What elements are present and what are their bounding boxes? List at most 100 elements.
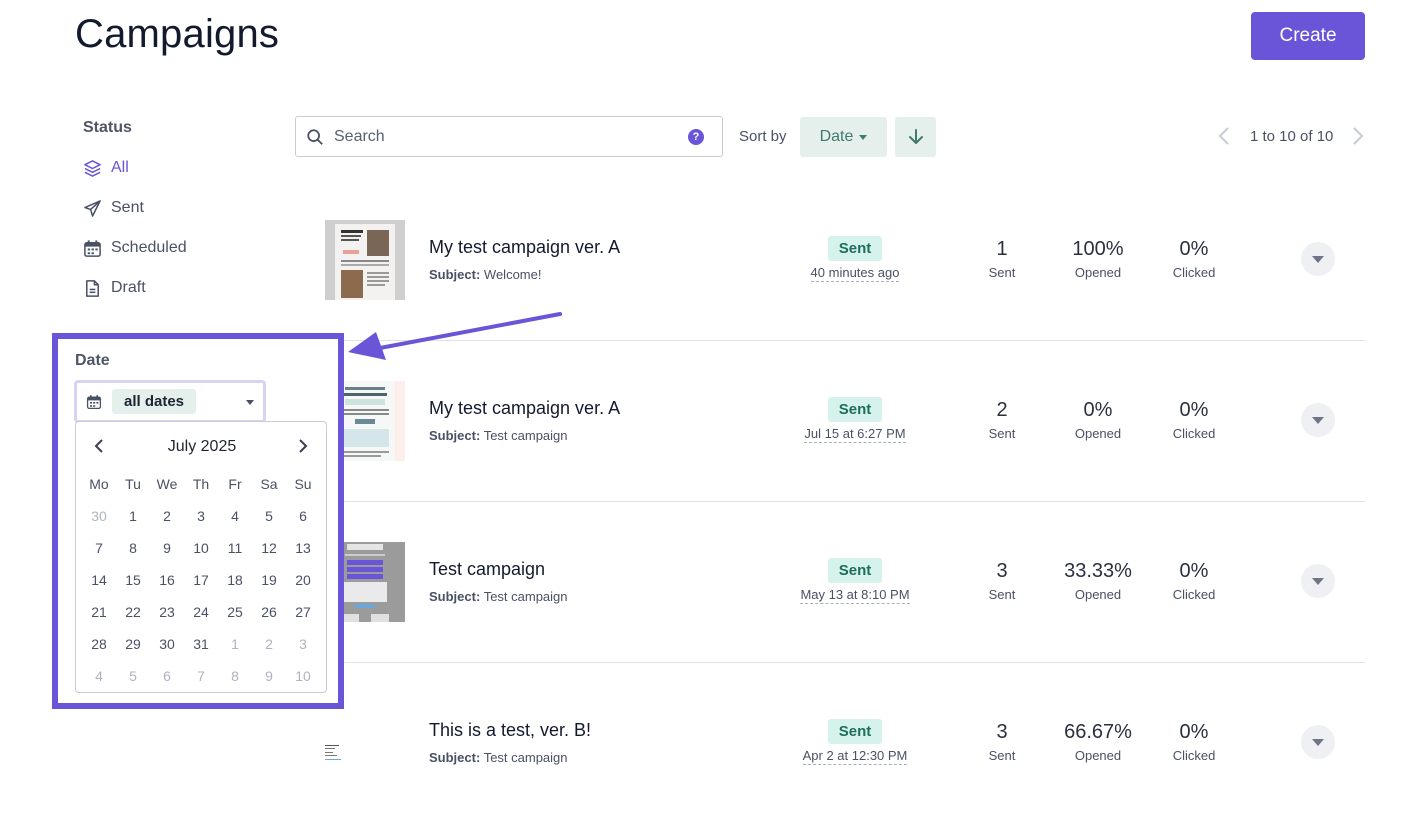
calendar-day[interactable]: 26: [252, 596, 286, 628]
caret-down-icon: [1312, 738, 1324, 746]
calendar-day[interactable]: 4: [82, 660, 116, 692]
sent-time: 40 minutes ago: [810, 265, 900, 282]
campaign-title[interactable]: My test campaign ver. A: [429, 237, 620, 258]
calendar-day[interactable]: 10: [286, 660, 320, 692]
status-filter-sent[interactable]: Sent: [83, 196, 144, 220]
create-button[interactable]: Create: [1251, 12, 1365, 60]
calendar-day[interactable]: 30: [82, 500, 116, 532]
status-badge: Sent: [828, 236, 882, 261]
caret-down-icon: [1312, 577, 1324, 585]
calendar-day[interactable]: 31: [184, 628, 218, 660]
calendar-month-label: July 2025: [167, 438, 237, 455]
status-heading: Status: [83, 119, 132, 136]
calendar-day[interactable]: 3: [184, 500, 218, 532]
date-picker-calendar: July 2025 Mo Tu We Th Fr Sa Su 30 1 2 3 4 5 6 7 8 9 10 11 1…: [75, 421, 327, 693]
calendar-day[interactable]: 24: [184, 596, 218, 628]
calendar-day[interactable]: 15: [116, 564, 150, 596]
calendar-day[interactable]: 6: [286, 500, 320, 532]
calendar-day[interactable]: 1: [218, 628, 252, 660]
calendar-day[interactable]: 23: [150, 596, 184, 628]
calendar-day[interactable]: 28: [82, 628, 116, 660]
arrow-down-icon: [908, 129, 923, 144]
search-input[interactable]: [334, 127, 664, 146]
sort-value: Date: [819, 128, 854, 145]
calendar-day[interactable]: 18: [218, 564, 252, 596]
calendar-day[interactable]: 9: [252, 660, 286, 692]
calendar-day[interactable]: 1: [116, 500, 150, 532]
status-filter-label: Draft: [111, 279, 146, 296]
campaign-row[interactable]: This is a test, ver. B! Subject: Test ca…: [295, 663, 1365, 818]
caret-down-icon: [1312, 416, 1324, 424]
sent-time: May 13 at 8:10 PM: [800, 587, 910, 604]
campaign-subject: Subject: Welcome!: [429, 267, 542, 282]
calendar-day[interactable]: 16: [150, 564, 184, 596]
calendar-day[interactable]: 21: [82, 596, 116, 628]
calendar-day[interactable]: 6: [150, 660, 184, 692]
sent-stat: 1 Sent: [988, 238, 1016, 280]
sort-direction-button[interactable]: [895, 117, 936, 157]
weekday-label: Fr: [228, 476, 242, 492]
date-value: all dates: [112, 389, 197, 414]
caret-down-icon: [246, 400, 254, 405]
calendar-day[interactable]: 10: [184, 532, 218, 564]
campaign-title[interactable]: Test campaign: [429, 559, 545, 580]
document-icon: [86, 279, 99, 297]
pagination-text: 1 to 10 of 10: [1250, 128, 1334, 145]
status-filter-draft[interactable]: Draft: [83, 276, 146, 300]
status-filter-label: Scheduled: [111, 239, 187, 256]
chevron-right-icon[interactable]: [1352, 126, 1364, 151]
calendar-day[interactable]: 11: [218, 532, 252, 564]
chevron-left-icon[interactable]: [1218, 126, 1230, 151]
sort-dropdown[interactable]: Date: [800, 117, 887, 157]
campaign-subject: Subject: Test campaign: [429, 750, 568, 765]
status-filter-scheduled[interactable]: Scheduled: [83, 236, 187, 260]
calendar-day[interactable]: 8: [218, 660, 252, 692]
calendar-day[interactable]: 22: [116, 596, 150, 628]
calendar-day[interactable]: 7: [184, 660, 218, 692]
campaign-title[interactable]: This is a test, ver. B!: [429, 720, 591, 741]
calendar-day[interactable]: 27: [286, 596, 320, 628]
row-menu-button[interactable]: [1301, 403, 1335, 437]
calendar-day[interactable]: 5: [116, 660, 150, 692]
row-menu-button[interactable]: [1301, 242, 1335, 276]
calendar-day[interactable]: 13: [286, 532, 320, 564]
calendar-day[interactable]: 9: [150, 532, 184, 564]
row-menu-button[interactable]: [1301, 725, 1335, 759]
campaign-subject: Subject: Test campaign: [429, 589, 568, 604]
chevron-right-icon[interactable]: [298, 438, 308, 459]
campaign-row[interactable]: Test campaign Subject: Test campaign Sen…: [295, 502, 1365, 663]
status-filter-all[interactable]: All: [83, 156, 129, 180]
sent-stat: 2 Sent: [988, 399, 1016, 441]
calendar-day[interactable]: 20: [286, 564, 320, 596]
calendar-day[interactable]: 14: [82, 564, 116, 596]
calendar-day[interactable]: 5: [252, 500, 286, 532]
calendar-day[interactable]: 4: [218, 500, 252, 532]
sent-stat: 3 Sent: [988, 721, 1016, 763]
weekday-label: Tu: [125, 476, 141, 492]
calendar-day[interactable]: 2: [252, 628, 286, 660]
help-icon[interactable]: ?: [688, 129, 704, 145]
row-menu-button[interactable]: [1301, 564, 1335, 598]
opened-stat: 100% Opened: [1072, 238, 1124, 280]
status-filter-label: All: [111, 159, 129, 176]
opened-stat: 33.33% Opened: [1064, 560, 1132, 602]
calendar-day[interactable]: 12: [252, 532, 286, 564]
weekday-label: Sa: [260, 476, 278, 492]
sent-time: Jul 15 at 6:27 PM: [804, 426, 906, 443]
clicked-stat: 0% Clicked: [1172, 721, 1216, 763]
calendar-day[interactable]: 8: [116, 532, 150, 564]
calendar-day[interactable]: 19: [252, 564, 286, 596]
campaign-subject: Subject: Test campaign: [429, 428, 568, 443]
calendar-day[interactable]: 25: [218, 596, 252, 628]
calendar-day[interactable]: 2: [150, 500, 184, 532]
status-badge: Sent: [828, 719, 882, 744]
calendar-day[interactable]: 29: [116, 628, 150, 660]
campaign-title[interactable]: My test campaign ver. A: [429, 398, 620, 419]
calendar-day[interactable]: 3: [286, 628, 320, 660]
calendar-day[interactable]: 17: [184, 564, 218, 596]
calendar-day[interactable]: 7: [82, 532, 116, 564]
date-range-dropdown[interactable]: all dates: [74, 380, 266, 423]
campaign-thumbnail: [325, 220, 405, 300]
status-badge: Sent: [828, 397, 882, 422]
calendar-day[interactable]: 30: [150, 628, 184, 660]
